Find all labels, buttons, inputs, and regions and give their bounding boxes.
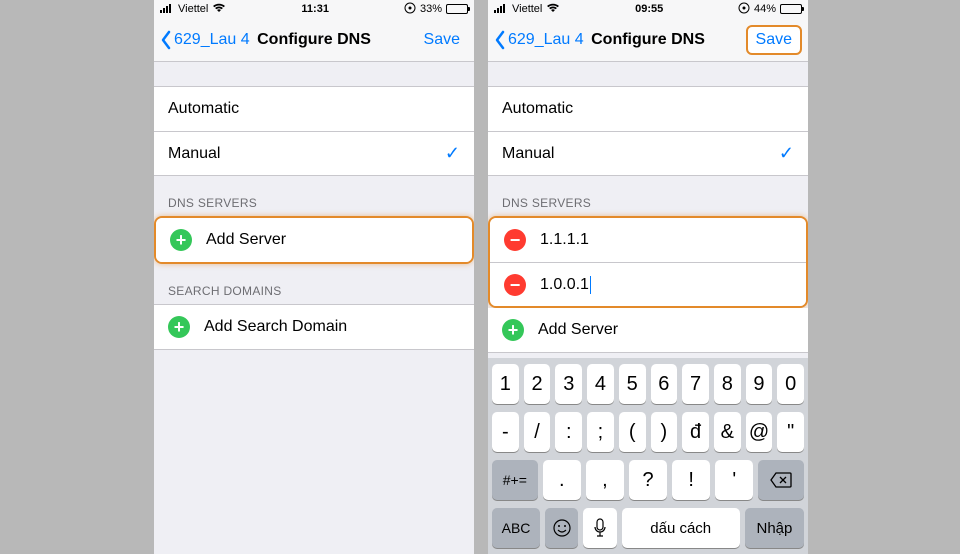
keyboard-abc-key[interactable]: ABC xyxy=(492,508,540,548)
backspace-icon xyxy=(770,472,792,488)
keyboard-key[interactable]: 0 xyxy=(777,364,804,404)
keyboard-key[interactable]: ! xyxy=(672,460,710,500)
add-server-row[interactable]: + Add Server xyxy=(488,308,808,352)
chevron-left-icon xyxy=(160,30,172,50)
add-server-label: Add Server xyxy=(206,231,286,249)
orientation-lock-icon xyxy=(738,2,750,17)
keyboard-key[interactable]: 6 xyxy=(651,364,678,404)
nav-bar: 629_Lau 4 Configure DNS Save xyxy=(488,18,808,62)
checkmark-icon: ✓ xyxy=(779,143,794,164)
keyboard-key[interactable]: & xyxy=(714,412,741,452)
add-server-label: Add Server xyxy=(538,321,618,339)
keyboard-space-key[interactable]: dấu cách xyxy=(622,508,740,548)
keyboard-enter-key[interactable]: Nhập xyxy=(745,508,804,548)
add-icon: + xyxy=(170,229,192,251)
dns-mode-group: Automatic Manual ✓ xyxy=(154,86,474,176)
mode-automatic[interactable]: Automatic xyxy=(488,87,808,131)
phone-left: Viettel 11:31 33% 629_Lau 4 Configure DN… xyxy=(154,0,474,554)
battery-icon xyxy=(780,4,802,14)
carrier-label: Viettel xyxy=(178,3,208,15)
add-icon: + xyxy=(502,319,524,341)
battery-pct: 44% xyxy=(754,3,776,15)
signal-icon xyxy=(160,3,174,16)
dns-servers-header: DNS SERVERS xyxy=(488,176,808,216)
battery-icon xyxy=(446,4,468,14)
keyboard-backspace-key[interactable] xyxy=(758,460,804,500)
keyboard-shift-key[interactable]: #+= xyxy=(492,460,538,500)
keyboard-key[interactable]: 8 xyxy=(714,364,741,404)
dns-server-row[interactable]: − 1.1.1.1 xyxy=(490,218,806,262)
highlight-dns-entries: − 1.1.1.1 − 1.0.0.1 xyxy=(488,216,808,308)
mode-manual-label: Manual xyxy=(502,145,554,163)
status-bar: Viettel 09:55 44% xyxy=(488,0,808,18)
dns-server-value: 1.1.1.1 xyxy=(540,231,589,249)
mode-automatic[interactable]: Automatic xyxy=(154,87,474,131)
keyboard-key[interactable]: 5 xyxy=(619,364,646,404)
dns-servers-header: DNS SERVERS xyxy=(154,176,474,216)
back-label: 629_Lau 4 xyxy=(174,31,250,49)
keyboard-key[interactable]: 9 xyxy=(746,364,773,404)
highlight-add-server: + Add Server xyxy=(154,216,474,264)
dns-server-row[interactable]: − 1.0.0.1 xyxy=(490,262,806,306)
dns-server-value: 1.0.0.1 xyxy=(540,276,589,294)
signal-icon xyxy=(494,3,508,16)
keyboard-key[interactable]: - xyxy=(492,412,519,452)
remove-icon[interactable]: − xyxy=(504,229,526,251)
keyboard-emoji-key[interactable] xyxy=(545,508,578,548)
keyboard-key[interactable]: : xyxy=(555,412,582,452)
keyboard-key[interactable]: @ xyxy=(746,412,773,452)
keyboard-key[interactable]: 7 xyxy=(682,364,709,404)
emoji-icon xyxy=(552,518,572,538)
keyboard-key[interactable]: , xyxy=(586,460,624,500)
mic-icon xyxy=(593,518,607,538)
keyboard-key[interactable]: 1 xyxy=(492,364,519,404)
add-icon: + xyxy=(168,316,190,338)
search-domains-header: SEARCH DOMAINS xyxy=(154,264,474,304)
clock: 09:55 xyxy=(635,3,663,15)
keyboard-key[interactable]: ) xyxy=(651,412,678,452)
phone-right: Viettel 09:55 44% 629_Lau 4 Configure DN… xyxy=(488,0,808,554)
checkmark-icon: ✓ xyxy=(445,143,460,164)
save-button[interactable]: Save xyxy=(416,27,468,53)
keyboard-key[interactable]: đ xyxy=(682,412,709,452)
keyboard-key[interactable]: " xyxy=(777,412,804,452)
text-caret xyxy=(590,276,591,294)
remove-icon[interactable]: − xyxy=(504,274,526,296)
orientation-lock-icon xyxy=(404,2,416,17)
back-button[interactable]: 629_Lau 4 xyxy=(160,30,250,50)
clock: 11:31 xyxy=(301,3,329,15)
keyboard-key[interactable]: . xyxy=(543,460,581,500)
keyboard-key[interactable]: 4 xyxy=(587,364,614,404)
chevron-left-icon xyxy=(494,30,506,50)
keyboard-key[interactable]: 3 xyxy=(555,364,582,404)
wifi-icon xyxy=(212,3,226,16)
status-bar: Viettel 11:31 33% xyxy=(154,0,474,18)
mode-manual[interactable]: Manual ✓ xyxy=(488,131,808,175)
back-button[interactable]: 629_Lau 4 xyxy=(494,30,584,50)
add-server-row[interactable]: + Add Server xyxy=(156,218,472,262)
wifi-icon xyxy=(546,3,560,16)
dns-mode-group: Automatic Manual ✓ xyxy=(488,86,808,176)
keyboard-key[interactable]: ; xyxy=(587,412,614,452)
keyboard-key[interactable]: / xyxy=(524,412,551,452)
carrier-label: Viettel xyxy=(512,3,542,15)
mode-manual[interactable]: Manual ✓ xyxy=(154,131,474,175)
mode-manual-label: Manual xyxy=(168,145,220,163)
keyboard-key[interactable]: ? xyxy=(629,460,667,500)
mode-automatic-label: Automatic xyxy=(502,100,573,118)
keyboard-key[interactable]: 2 xyxy=(524,364,551,404)
save-button[interactable]: Save xyxy=(746,25,802,55)
add-search-label: Add Search Domain xyxy=(204,318,347,336)
keyboard-key[interactable]: ' xyxy=(715,460,753,500)
keyboard-mic-key[interactable] xyxy=(583,508,616,548)
keyboard-key[interactable]: ( xyxy=(619,412,646,452)
mode-automatic-label: Automatic xyxy=(168,100,239,118)
back-label: 629_Lau 4 xyxy=(508,31,584,49)
keyboard: 1234567890 -/:;()đ&@" #+= .,?!' ABC dấu … xyxy=(488,358,808,554)
add-search-domain-row[interactable]: + Add Search Domain xyxy=(154,305,474,349)
nav-bar: 629_Lau 4 Configure DNS Save xyxy=(154,18,474,62)
battery-pct: 33% xyxy=(420,3,442,15)
